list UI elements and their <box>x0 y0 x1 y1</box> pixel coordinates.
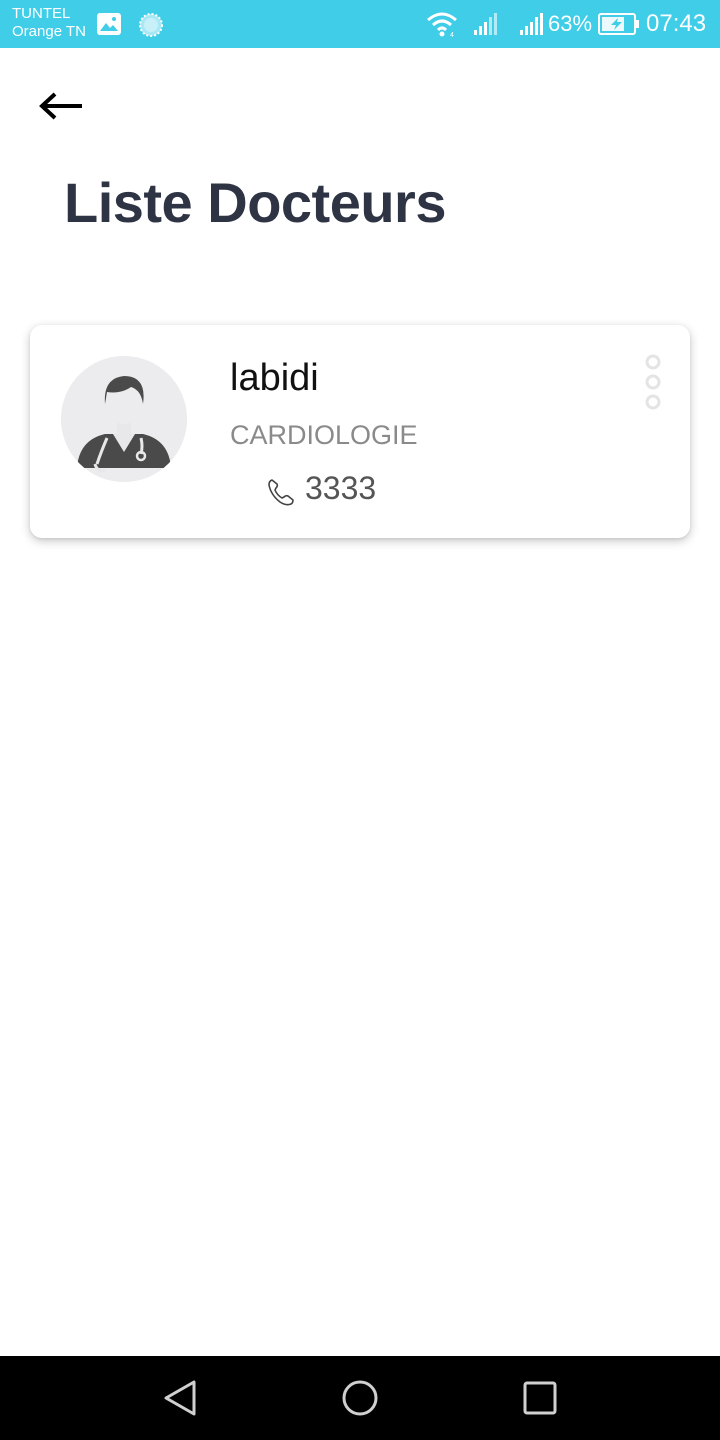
svg-text:4: 4 <box>450 32 454 38</box>
doctor-name: labidi <box>230 357 319 399</box>
signal-icon <box>474 13 497 35</box>
carrier-line-1: TUNTEL <box>12 5 71 22</box>
wifi-icon: 4 <box>427 12 457 38</box>
doctor-phone[interactable]: 3333 <box>305 469 376 507</box>
clock: 07:43 <box>646 10 707 37</box>
screen: TUNTEL Orange TN 4 63% 07:43 Liste Docte… <box>0 0 720 1440</box>
doctor-specialty: CARDIOLOGIE <box>230 420 418 450</box>
nav-recent-icon[interactable] <box>518 1376 562 1420</box>
back-button[interactable] <box>36 86 86 126</box>
navigation-bar <box>0 1356 720 1440</box>
signal-icon <box>520 13 543 35</box>
status-bar: TUNTEL Orange TN 4 63% 07:43 <box>0 0 720 48</box>
nav-back-icon[interactable] <box>158 1376 202 1420</box>
phone-icon[interactable] <box>266 477 296 507</box>
arrow-left-icon <box>39 92 82 120</box>
carrier-line-2: Orange TN <box>12 23 86 40</box>
page-title: Liste Docteurs <box>64 171 447 234</box>
more-vertical-icon[interactable] <box>642 353 664 411</box>
doctor-card[interactable]: labidi CARDIOLOGIE 3333 <box>30 325 690 538</box>
gallery-icon <box>97 13 121 35</box>
battery-charging-icon <box>598 13 639 35</box>
battery-percent: 63% <box>548 11 593 36</box>
doctor-avatar-icon <box>61 356 187 482</box>
nav-home-icon[interactable] <box>338 1376 382 1420</box>
carrier-info: TUNTEL Orange TN <box>12 5 86 41</box>
circle-notification-icon <box>139 13 163 37</box>
avatar <box>61 356 187 482</box>
